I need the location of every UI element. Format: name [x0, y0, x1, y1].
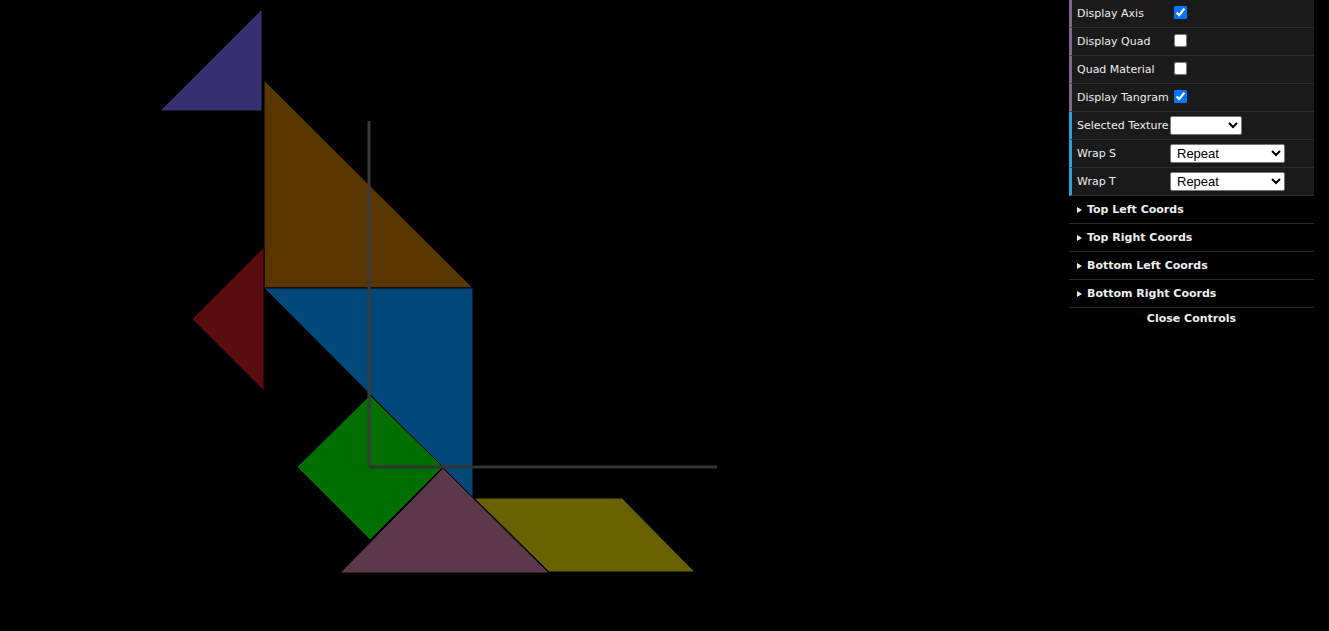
caret-right-icon [1077, 263, 1082, 269]
tangram-piece [474, 498, 695, 572]
control-label: Display Quad [1077, 35, 1170, 49]
folder-label: Bottom Right Coords [1087, 287, 1216, 300]
control-row: Display Axis [1069, 0, 1314, 28]
control-row: Quad Material [1069, 56, 1314, 84]
control-label: Quad Material [1077, 63, 1170, 77]
control-row: Wrap SRepeat [1069, 140, 1314, 168]
controls-panel: Display Axis Display Quad Quad Material Dis… [1069, 0, 1314, 328]
folder-title[interactable]: Bottom Right Coords [1069, 280, 1314, 308]
checkbox[interactable] [1174, 62, 1187, 75]
checkbox[interactable] [1174, 90, 1187, 103]
axes [369, 121, 717, 467]
caret-right-icon [1077, 235, 1082, 241]
control-row: Display Tangram [1069, 84, 1314, 112]
webgl-viewport[interactable] [0, 0, 1069, 631]
control-label: Wrap T [1077, 175, 1170, 189]
control-row: Selected Texture [1069, 112, 1314, 140]
scene-canvas [0, 0, 1069, 631]
folder-title[interactable]: Top Right Coords [1069, 224, 1314, 252]
folder-label: Top Left Coords [1087, 203, 1184, 216]
x-axis [369, 466, 717, 469]
close-controls-button[interactable]: Close Controls [1069, 308, 1314, 328]
app: Display Axis Display Quad Quad Material Dis… [0, 0, 1329, 631]
folder-label: Top Right Coords [1087, 231, 1192, 244]
folder-title[interactable]: Top Left Coords [1069, 196, 1314, 224]
caret-right-icon [1077, 207, 1082, 213]
y-axis [368, 121, 371, 467]
control-label: Display Axis [1077, 7, 1170, 21]
tangram-piece [160, 9, 262, 111]
tangram-piece [192, 247, 264, 391]
checkbox[interactable] [1174, 34, 1187, 47]
folder-title[interactable]: Bottom Left Coords [1069, 252, 1314, 280]
checkbox[interactable] [1174, 6, 1187, 19]
folder-label: Bottom Left Coords [1087, 259, 1208, 272]
dropdown[interactable] [1170, 116, 1242, 135]
dropdown[interactable]: Repeat [1170, 172, 1285, 191]
control-label: Display Tangram [1077, 91, 1170, 105]
control-row: Wrap TRepeat [1069, 168, 1314, 196]
control-label: Wrap S [1077, 147, 1170, 161]
caret-right-icon [1077, 291, 1082, 297]
control-row: Display Quad [1069, 28, 1314, 56]
dropdown[interactable]: Repeat [1170, 144, 1285, 163]
control-label: Selected Texture [1077, 119, 1170, 133]
